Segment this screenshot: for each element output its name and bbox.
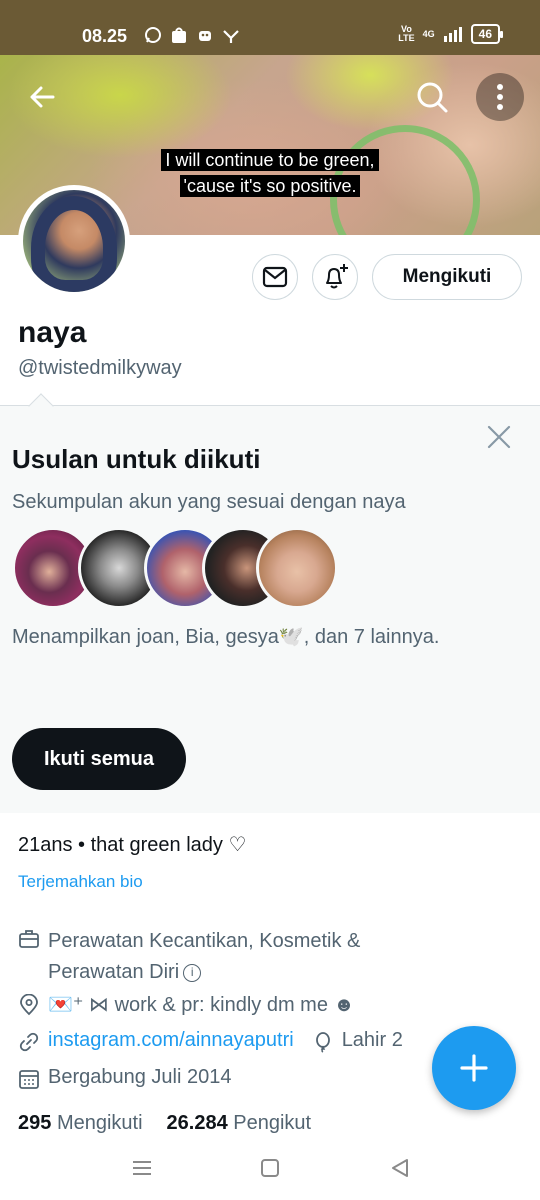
profile-category: Perawatan Kecantikan, Kosmetik & Perawat… [18,926,438,988]
joined-text: Bergabung Juli 2014 [48,1066,232,1088]
back-button[interactable] [18,73,66,121]
banner-subtitle-line2: 'cause it's so positive. [179,175,361,197]
profile-handle: @twistedmilkyway [18,357,182,379]
volte-icon: Vo LTE [398,24,415,43]
calendar-icon [19,1070,39,1089]
status-bar: 08.25 Vo LTE 4G 46 [0,0,540,55]
network-type: 4G [422,28,435,39]
profile-bio: 21ans • that green lady ♡ [18,834,247,856]
suggestions-title: Usulan untuk diikuti [12,444,261,474]
profile-website-link[interactable]: instagram.com/ainnayaputri [48,1029,294,1052]
link-icon [19,1032,39,1052]
status-app-icons [144,26,240,44]
suggestions-subtitle: Sekumpulan akun yang sesuai dengan naya [12,491,406,513]
plus-icon [460,1054,488,1082]
more-vertical-icon [497,84,503,110]
recent-apps-icon[interactable] [130,1156,154,1180]
profile-joined: Bergabung Juli 2014 [18,1066,231,1090]
panel-caret [28,393,54,419]
profile-avatar[interactable] [18,185,130,297]
arrow-left-icon [30,86,55,108]
battery-level: 46 [470,24,504,44]
cell-signal-icon [443,27,462,42]
followers-label: Pengikut [233,1112,312,1134]
signal-icon [223,30,239,43]
profile-link-row: instagram.com/ainnayaputri Lahir 2 [18,1029,403,1053]
shopee-icon [172,27,186,43]
search-button[interactable] [408,73,456,121]
following-button[interactable]: Mengikuti [372,254,522,300]
birth-text: Lahir 2 [341,1029,403,1051]
location-pin-icon [20,994,38,1016]
back-nav-icon[interactable] [388,1156,412,1180]
location-text: 💌⁺ ⋈ work & pr: kindly dm me ☻ [48,994,355,1016]
search-icon [417,82,448,113]
briefcase-icon [19,930,39,948]
category-text: Perawatan Kecantikan, Kosmetik & Perawat… [48,930,361,983]
bell-plus-icon [326,264,348,289]
suggestions-description[interactable]: Menampilkan joan, Bia, gesya🕊️, dan 7 la… [12,624,439,649]
envelope-icon [262,266,288,288]
system-nav-bar [0,1134,540,1200]
whatsapp-icon [145,27,161,43]
profile-name: naya [18,316,87,349]
suggested-avatar[interactable] [256,527,338,609]
following-count: 295 [18,1112,52,1134]
suggested-avatars[interactable] [12,527,342,609]
following-stat[interactable]: 295 Mengikuti [18,1112,143,1135]
notifications-button[interactable] [312,254,358,300]
status-right: Vo LTE 4G 46 [398,24,504,44]
followers-stat[interactable]: 26.284 Pengikut [167,1112,312,1135]
banner-subtitle-line1: I will continue to be green, [161,149,379,171]
followers-count: 26.284 [166,1112,228,1134]
android-icon [199,31,211,41]
translate-bio-link[interactable]: Terjemahkan bio [18,872,143,892]
follow-all-button[interactable]: Ikuti semua [12,728,186,790]
profile-stats: 295 Mengikuti 26.284 Pengikut [18,1112,311,1135]
message-button[interactable] [252,254,298,300]
profile-birth: Lahir 2 [312,1029,403,1053]
close-icon[interactable] [484,422,514,452]
follow-suggestions-panel: Usulan untuk diikuti Sekumpulan akun yan… [0,393,540,813]
more-options-button[interactable] [476,73,524,121]
info-icon[interactable]: i [183,963,202,982]
profile-location: 💌⁺ ⋈ work & pr: kindly dm me ☻ [18,992,355,1017]
avatar-art [31,196,117,292]
status-time: 08.25 [82,26,128,46]
compose-tweet-button[interactable] [432,1026,516,1110]
balloon-icon [315,1032,330,1053]
following-label: Mengikuti [56,1112,143,1134]
home-icon[interactable] [258,1156,282,1180]
